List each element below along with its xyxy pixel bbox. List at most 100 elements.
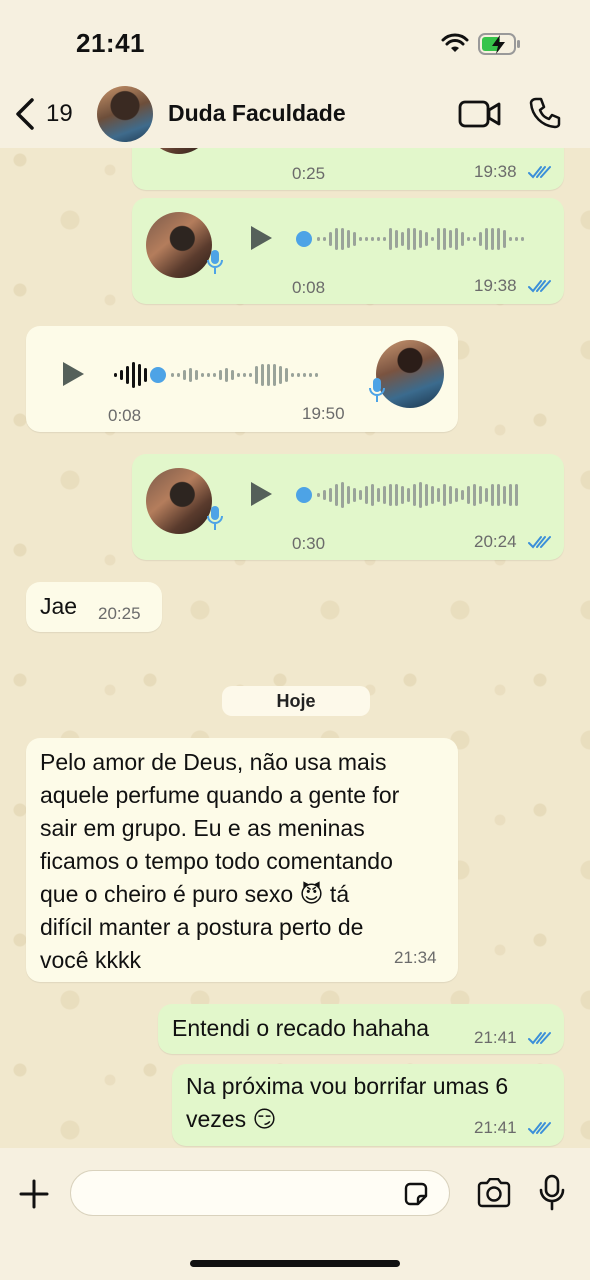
play-icon[interactable] (248, 480, 274, 508)
waveform-bar (443, 228, 446, 250)
audio-duration: 0:08 (108, 406, 142, 425)
sender-avatar (146, 148, 212, 154)
waveform-bar (365, 237, 368, 241)
waveform-bar (285, 368, 288, 382)
message-time: 19:50 (302, 404, 345, 423)
message-line: sair em grupo. Eu e as meninas (40, 815, 365, 841)
back-chevron-icon[interactable] (12, 96, 38, 132)
audio-message-incoming[interactable]: 0:08 19:50 (26, 326, 458, 432)
text-message-incoming[interactable]: Jae 20:25 (26, 582, 162, 632)
waveform-bar (315, 373, 318, 377)
waveform-bar (431, 486, 434, 504)
waveform-bar (413, 228, 416, 250)
audio-duration: 0:25 (292, 164, 326, 183)
waveform-bar (437, 488, 440, 502)
message-input[interactable] (70, 1170, 450, 1216)
waveform-bar (497, 484, 500, 506)
double-check-icon (528, 536, 551, 549)
waveform-bar (455, 488, 458, 502)
waveform-bar (225, 368, 228, 382)
waveform-bar (377, 237, 380, 241)
audio-waveform[interactable] (296, 480, 518, 510)
waveform-bar (261, 364, 264, 386)
unread-count[interactable]: 19 (46, 100, 73, 128)
wifi-icon (441, 33, 469, 52)
message-text: Entendi o recado hahaha (172, 1015, 430, 1041)
message-time: 21:41 (474, 1118, 517, 1137)
waveform-bar (467, 237, 470, 241)
waveform-bar (503, 486, 506, 504)
video-call-icon[interactable] (458, 98, 502, 130)
audio-waveform[interactable] (296, 224, 524, 254)
audio-message-outgoing[interactable]: 0:30 20:24 (132, 454, 564, 560)
contact-name[interactable]: Duda Faculdade (168, 100, 346, 127)
waveform-bar (177, 373, 180, 377)
waveform-bar (521, 237, 524, 241)
contact-avatar[interactable] (97, 86, 153, 142)
waveform-bar (467, 486, 470, 504)
waveform-bar (509, 484, 512, 506)
audio-duration: 0:30 (292, 534, 326, 553)
waveform-bar (479, 232, 482, 246)
sticker-icon[interactable] (402, 1180, 430, 1208)
waveform-bar (347, 486, 350, 504)
playhead-dot[interactable] (150, 367, 166, 383)
play-icon[interactable] (60, 360, 86, 388)
message-text: Pelo amor de Deus, não usa mais aquele p… (40, 746, 399, 977)
playhead-dot[interactable] (296, 487, 312, 503)
message-text: Na próxima vou borrifar umas 6 vezes 😏 (186, 1070, 508, 1136)
audio-message-outgoing[interactable]: 0:25 19:38 (132, 148, 564, 190)
double-check-icon (528, 1032, 551, 1045)
message-list: 0:25 19:38 0:08 19:38 0:08 19:50 0:30 20… (0, 148, 590, 1148)
waveform-bar (515, 484, 518, 506)
audio-waveform[interactable] (114, 360, 318, 390)
waveform-bar (329, 232, 332, 246)
waveform-bar (341, 482, 344, 508)
message-line: ficamos o tempo todo comentando (40, 848, 393, 874)
message-line: você kkkk (40, 947, 141, 973)
status-time: 21:41 (76, 28, 145, 58)
mic-icon (369, 378, 385, 402)
waveform-bar (138, 364, 141, 386)
text-message-outgoing[interactable]: Entendi o recado hahaha 21:41 (158, 1004, 564, 1054)
waveform-bar (413, 484, 416, 506)
waveform-bar (431, 237, 434, 241)
waveform-bar (371, 237, 374, 241)
waveform-bar (443, 484, 446, 506)
waveform-bar (449, 230, 452, 248)
waveform-bar (237, 373, 240, 377)
camera-icon[interactable] (476, 1178, 512, 1208)
waveform-bar (395, 230, 398, 248)
mic-icon (207, 250, 223, 274)
waveform-bar (509, 237, 512, 241)
waveform-bar (473, 484, 476, 506)
waveform-bar (383, 486, 386, 504)
mic-icon[interactable] (538, 1174, 566, 1212)
waveform-bar (273, 364, 276, 386)
waveform-bar (407, 488, 410, 502)
audio-message-outgoing[interactable]: 0:08 19:38 (132, 198, 564, 304)
waveform-bar (497, 228, 500, 250)
message-line: Na próxima vou borrifar umas 6 (186, 1073, 509, 1099)
waveform-bar (255, 366, 258, 384)
text-message-outgoing[interactable]: Na próxima vou borrifar umas 6 vezes 😏 2… (172, 1064, 564, 1146)
waveform-bar (335, 228, 338, 250)
phone-icon[interactable] (528, 96, 562, 130)
waveform-bar (335, 484, 338, 506)
message-text: Jae (40, 593, 78, 619)
waveform-bar (126, 366, 129, 384)
message-line: aquele perfume quando a gente for (40, 782, 400, 808)
plus-icon[interactable] (18, 1178, 50, 1210)
play-icon[interactable] (248, 224, 274, 252)
waveform-bar (249, 373, 252, 377)
waveform-bar (371, 484, 374, 506)
waveform-bar (485, 488, 488, 502)
waveform-bar (353, 232, 356, 246)
mic-icon (207, 506, 223, 530)
waveform-bar (347, 230, 350, 248)
waveform-bar (425, 232, 428, 246)
waveform-bar (419, 482, 422, 508)
playhead-dot[interactable] (296, 231, 312, 247)
status-bar: 21:41 (0, 0, 590, 80)
text-message-incoming[interactable]: Pelo amor de Deus, não usa mais aquele p… (26, 738, 458, 982)
